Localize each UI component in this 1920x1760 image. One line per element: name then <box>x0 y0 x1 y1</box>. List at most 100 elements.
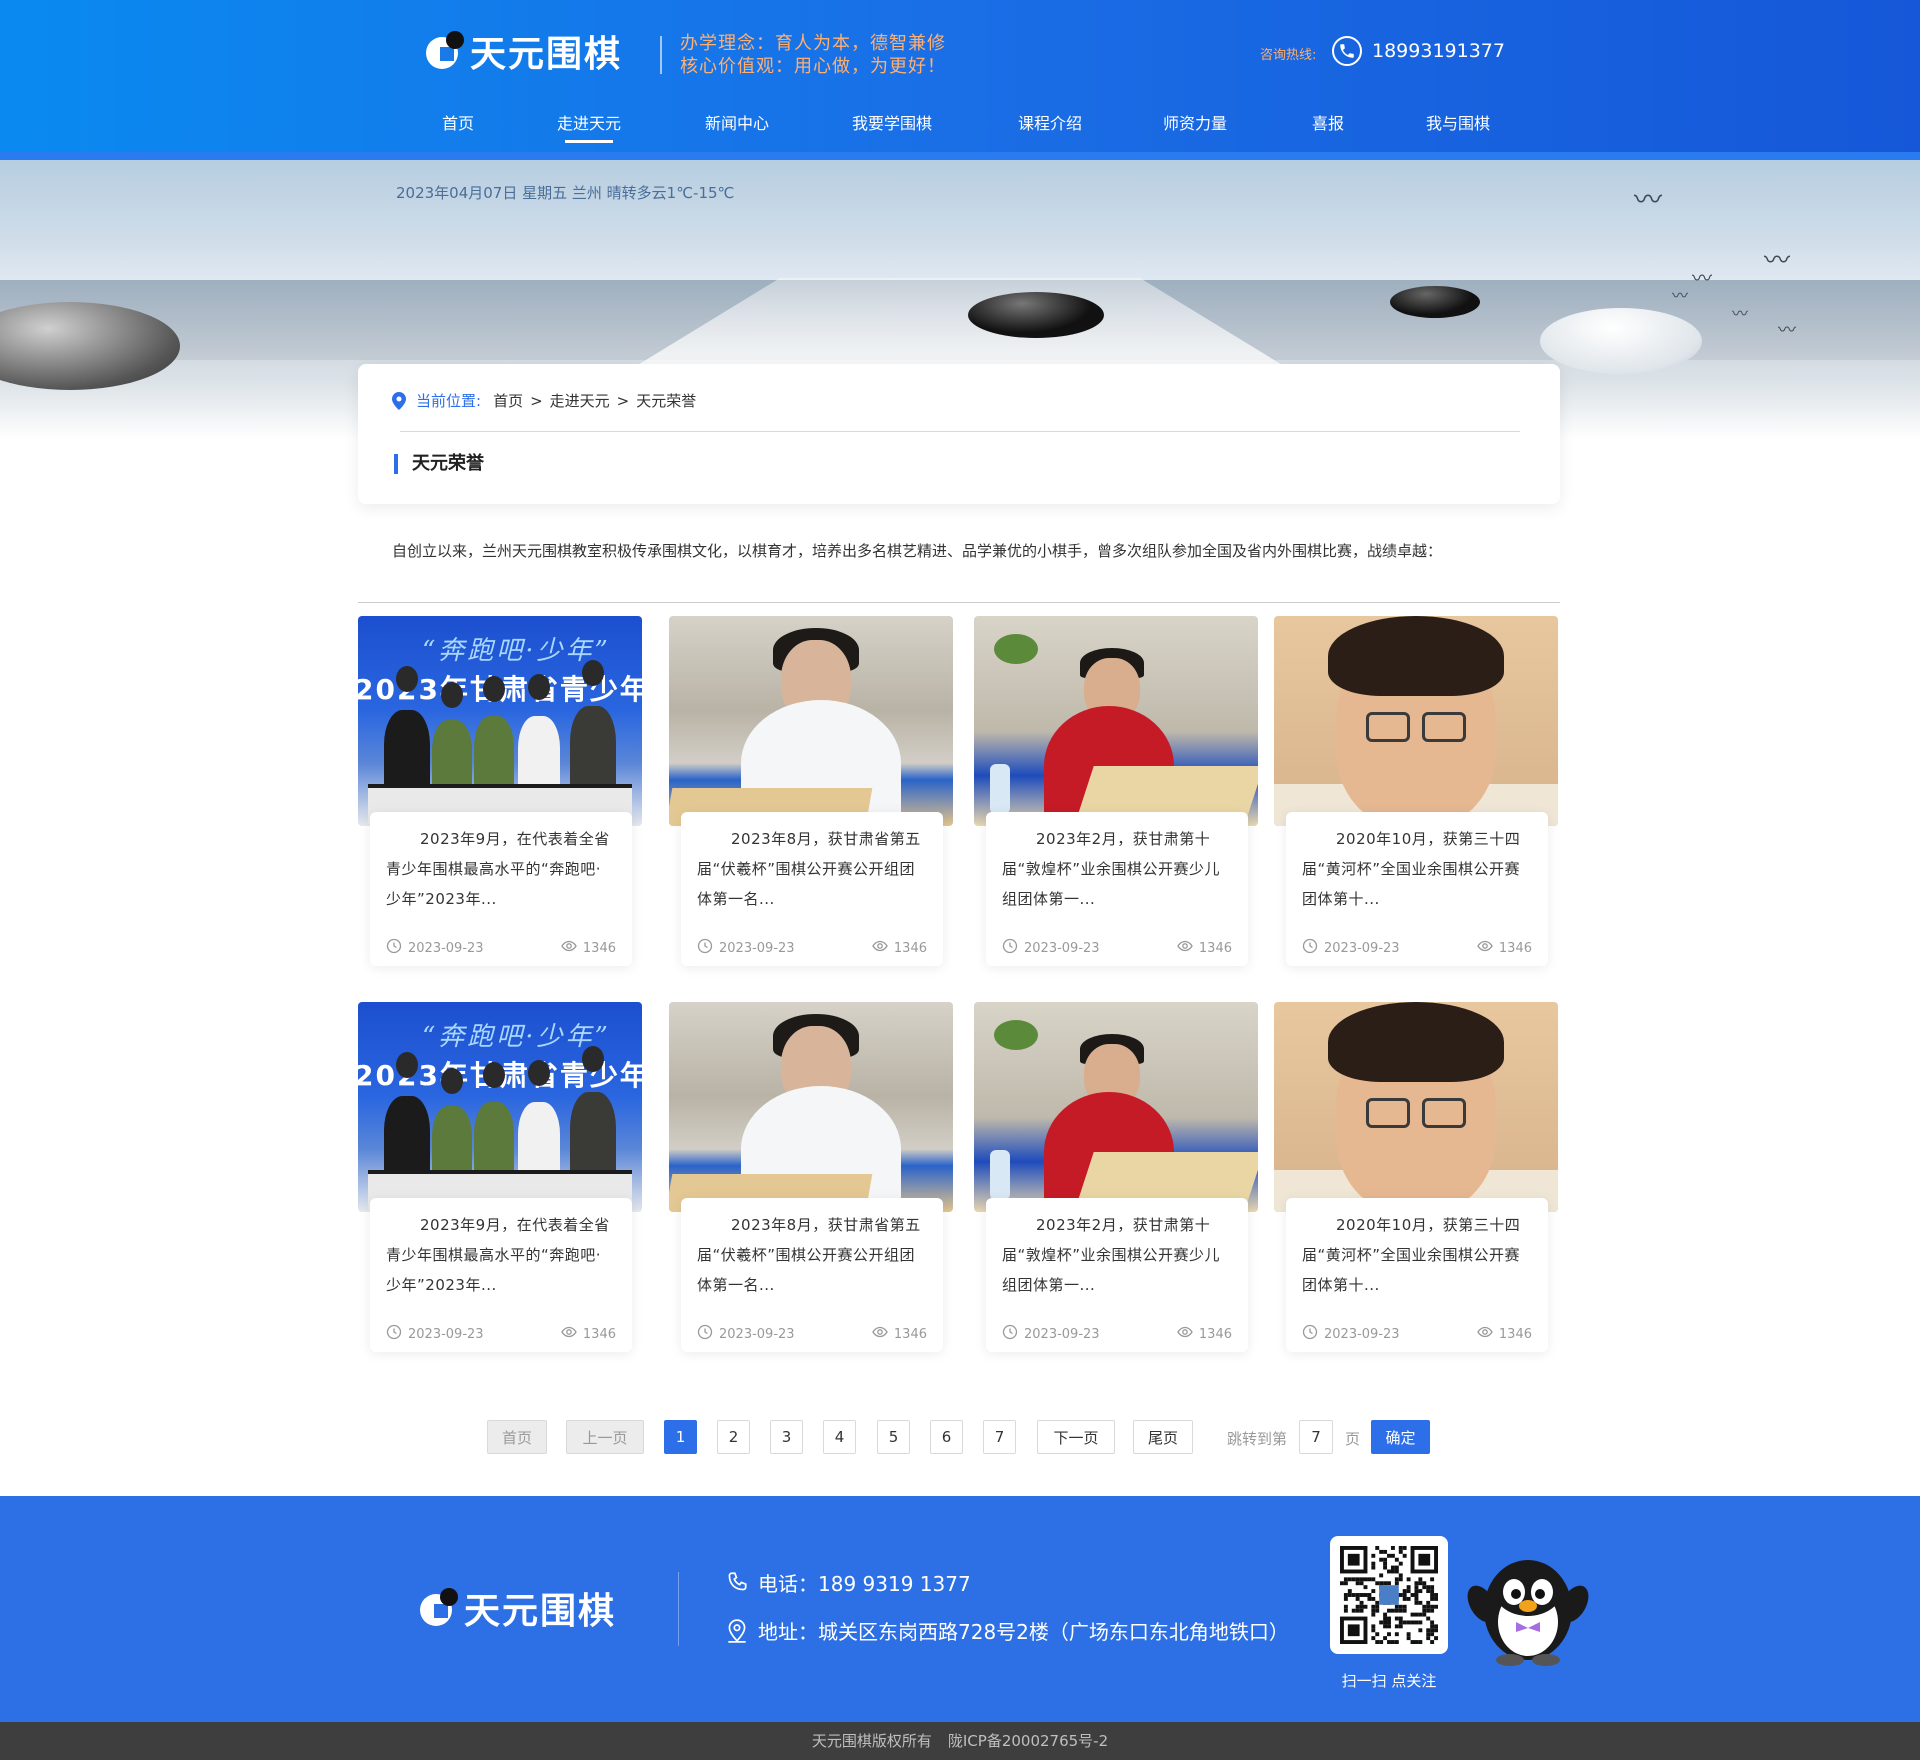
honor-card-title[interactable]: 2023年2月，获甘肃第十届“敦煌杯”业余围棋公开赛少儿组团体第一... <box>1002 1210 1232 1300</box>
honor-card-date: 2023-09-23 <box>1002 938 1100 958</box>
views-count: 1346 <box>1498 940 1532 956</box>
boy-white-shirt-photo[interactable] <box>669 616 953 826</box>
honor-card-info: 2020年10月，获第三十四届“黄河杯”全国业余围棋公开赛团体第十... 2023… <box>1286 1198 1548 1352</box>
honor-card-title[interactable]: 2023年8月，获甘肃省第五届“伏羲杯”围棋公开赛公开组团体第一名... <box>697 1210 927 1300</box>
honor-card-title[interactable]: 2023年9月，在代表着全省青少年围棋最高水平的“奔跑吧·少年”2023年... <box>386 824 616 914</box>
pagination-page-6[interactable]: 6 <box>930 1420 963 1454</box>
honor-card-date: 2023-09-23 <box>1002 1324 1100 1344</box>
nav-item-me-and-go[interactable]: 我与围棋 <box>1426 110 1490 134</box>
location-pin-icon <box>728 1618 746 1643</box>
site-footer: 天元围棋 电话：189 9319 1377 地址：城关区东岗西路728号2楼（广… <box>0 1496 1920 1722</box>
views-count: 1346 <box>582 1326 616 1342</box>
qr-code-icon <box>1340 1546 1438 1644</box>
pagination-page-1[interactable]: 1 <box>664 1420 697 1454</box>
clock-icon <box>697 938 713 958</box>
site-logo[interactable]: 天元围棋 <box>426 26 622 76</box>
closeup-glasses-photo[interactable] <box>1274 616 1558 826</box>
eye-icon <box>561 938 577 958</box>
pagination-page-5[interactable]: 5 <box>877 1420 910 1454</box>
penguin-mascot-icon <box>1467 1560 1589 1666</box>
pagination-page-7[interactable]: 7 <box>983 1420 1016 1454</box>
team-photo[interactable]: “奔跑吧·少年”2023年甘肃省青少年围棋锦 <box>358 1002 642 1212</box>
honor-card-meta: 2023-09-23 1346 <box>1002 1324 1232 1342</box>
boy-white-shirt-photo[interactable] <box>669 1002 953 1212</box>
footer-phone-text: 电话：189 9319 1377 <box>758 1572 971 1596</box>
photo-banner-text: “奔跑吧·少年” <box>422 636 611 666</box>
honor-card[interactable]: 2023年8月，获甘肃省第五届“伏羲杯”围棋公开赛公开组团体第一名... 2023… <box>669 616 953 976</box>
nav-item-teachers[interactable]: 师资力量 <box>1163 110 1227 134</box>
honor-card-title[interactable]: 2023年2月，获甘肃第十届“敦煌杯”业余围棋公开赛少儿组团体第一... <box>1002 824 1232 914</box>
pagination: 首页 上一页 1 2 3 4 5 6 7 下一页 尾页 跳转到第 7 页 确定 <box>0 1420 1920 1454</box>
boy-red-shirt-photo[interactable] <box>974 616 1258 826</box>
eye-icon <box>561 1324 577 1344</box>
photo-banner-text: “奔跑吧·少年” <box>422 1022 611 1052</box>
honor-card-meta: 2023-09-23 1346 <box>386 938 616 956</box>
wechat-qr-code[interactable] <box>1330 1536 1448 1654</box>
pagination-next[interactable]: 下一页 <box>1037 1420 1115 1454</box>
nav-item-home[interactable]: 首页 <box>442 110 474 134</box>
date-weather: 2023年04月07日 星期五 兰州 晴转多云1℃-15℃ <box>396 184 735 202</box>
honor-card-date: 2023-09-23 <box>386 938 484 958</box>
pagination-prev[interactable]: 上一页 <box>566 1420 644 1454</box>
clock-icon <box>1002 938 1018 958</box>
honor-card[interactable]: 2020年10月，获第三十四届“黄河杯”全国业余围棋公开赛团体第十... 2023… <box>1274 1002 1558 1362</box>
views-count: 1346 <box>1198 1326 1232 1342</box>
date-text: 2023-09-23 <box>1024 1326 1100 1342</box>
copyright-text: 天元围棋版权所有 <box>811 1732 932 1750</box>
honor-card-title[interactable]: 2020年10月，获第三十四届“黄河杯”全国业余围棋公开赛团体第十... <box>1302 1210 1532 1300</box>
honor-card[interactable]: “奔跑吧·少年”2023年甘肃省青少年围棋锦2023年9月，在代表着全省青少年围… <box>358 616 642 976</box>
pagination-page-2[interactable]: 2 <box>717 1420 750 1454</box>
bird-icon: 〰 <box>1634 183 1663 216</box>
breadcrumb-label: 当前位置: <box>416 392 482 410</box>
jump-confirm-button[interactable]: 确定 <box>1371 1420 1430 1454</box>
section-title: 天元荣誉 <box>394 454 484 474</box>
breadcrumb-current: 天元荣誉 <box>636 392 697 410</box>
team-photo[interactable]: “奔跑吧·少年”2023年甘肃省青少年围棋锦 <box>358 616 642 826</box>
nav-item-courses[interactable]: 课程介绍 <box>1018 110 1082 134</box>
breadcrumb-home[interactable]: 首页 <box>493 390 523 411</box>
views-count: 1346 <box>1198 940 1232 956</box>
honor-card-meta: 2023-09-23 1346 <box>1302 938 1532 956</box>
boy-red-shirt-photo[interactable] <box>974 1002 1258 1212</box>
pagination-last[interactable]: 尾页 <box>1133 1420 1193 1454</box>
pagination-page-3[interactable]: 3 <box>770 1420 803 1454</box>
clock-icon <box>697 1324 713 1344</box>
hotline-label: 咨询热线: <box>1260 48 1317 63</box>
footer-phone: 电话：189 9319 1377 <box>724 1568 971 1597</box>
bird-icon: 〰 <box>1672 286 1689 305</box>
honor-card[interactable]: 2023年8月，获甘肃省第五届“伏羲杯”围棋公开赛公开组团体第一名... 2023… <box>669 1002 953 1362</box>
honor-card-date: 2023-09-23 <box>1302 1324 1400 1344</box>
honor-card[interactable]: “奔跑吧·少年”2023年甘肃省青少年围棋锦2023年9月，在代表着全省青少年围… <box>358 1002 642 1362</box>
honor-card-title[interactable]: 2023年8月，获甘肃省第五届“伏羲杯”围棋公开赛公开组团体第一名... <box>697 824 927 914</box>
honor-card-views: 1346 <box>1477 938 1532 958</box>
nav-item-about[interactable]: 走进天元 <box>557 110 621 143</box>
honor-card[interactable]: 2023年2月，获甘肃第十届“敦煌杯”业余围棋公开赛少儿组团体第一... 2023… <box>974 616 1258 976</box>
honor-card-info: 2023年9月，在代表着全省青少年围棋最高水平的“奔跑吧·少年”2023年...… <box>370 812 632 966</box>
honor-card-date: 2023-09-23 <box>1302 938 1400 958</box>
footer-logo[interactable]: 天元围棋 <box>420 1582 616 1634</box>
pagination-first[interactable]: 首页 <box>487 1420 547 1454</box>
nav-item-news[interactable]: 新闻中心 <box>705 110 769 134</box>
honor-card-info: 2023年2月，获甘肃第十届“敦煌杯”业余围棋公开赛少儿组团体第一... 2023… <box>986 812 1248 966</box>
clock-icon <box>386 938 402 958</box>
eye-icon <box>1177 938 1193 958</box>
black-stone <box>968 292 1104 338</box>
honor-card[interactable]: 2023年2月，获甘肃第十届“敦煌杯”业余围棋公开赛少儿组团体第一... 2023… <box>974 1002 1258 1362</box>
hotline-number[interactable]: 18993191377 <box>1372 40 1505 62</box>
nav-item-good-news[interactable]: 喜报 <box>1312 110 1344 134</box>
breadcrumb-about[interactable]: 走进天元 <box>550 390 610 411</box>
logo-mark-icon <box>426 31 464 69</box>
logo-text: 天元围棋 <box>470 34 623 75</box>
date-text: 2023-09-23 <box>719 1326 795 1342</box>
footer-divider <box>678 1572 679 1646</box>
jump-page-input[interactable]: 7 <box>1299 1420 1333 1454</box>
closeup-glasses-photo[interactable] <box>1274 1002 1558 1212</box>
clock-icon <box>1302 938 1318 958</box>
honor-card-views: 1346 <box>561 938 616 958</box>
honor-card-title[interactable]: 2020年10月，获第三十四届“黄河杯”全国业余围棋公开赛团体第十... <box>1302 824 1532 914</box>
honor-card[interactable]: 2020年10月，获第三十四届“黄河杯”全国业余围棋公开赛团体第十... 2023… <box>1274 616 1558 976</box>
pagination-page-4[interactable]: 4 <box>823 1420 856 1454</box>
icp-number[interactable]: 陇ICP备20002765号-2 <box>948 1732 1108 1750</box>
nav-item-learn[interactable]: 我要学围棋 <box>852 110 932 134</box>
honor-card-title[interactable]: 2023年9月，在代表着全省青少年围棋最高水平的“奔跑吧·少年”2023年... <box>386 1210 616 1300</box>
